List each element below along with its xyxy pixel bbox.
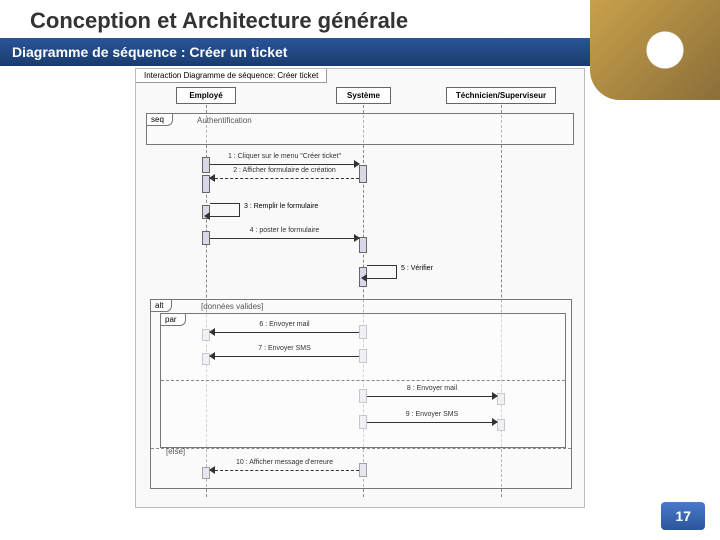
activation-systeme-1 — [359, 165, 367, 183]
msg-2: 2 : Afficher formulaire de création — [210, 169, 359, 179]
par-frame: par — [160, 313, 566, 448]
lifeline-head-technicien: Téchnicien/Superviseur — [446, 87, 556, 104]
page-number: 17 — [661, 502, 705, 530]
seq-condition: Authentification — [197, 116, 252, 125]
msg-5-self — [367, 265, 397, 279]
par-divider — [161, 380, 565, 381]
alt-frame-label: alt — [150, 299, 172, 312]
else-label: [else] — [166, 447, 185, 456]
msg-6: 6 : Envoyer mail — [210, 323, 359, 333]
alt-divider — [151, 448, 571, 449]
msg-4: 4 : poster le formulaire — [210, 229, 359, 239]
msg-3-label: 3 : Remplir le formulaire — [244, 203, 318, 210]
msg-3-self — [210, 203, 240, 217]
logo-decoration — [590, 0, 720, 100]
activation-systeme-2 — [359, 237, 367, 253]
msg-7: 7 : Envoyer SMS — [210, 347, 359, 357]
sequence-diagram: Interaction Diagramme de séquence: Créer… — [135, 68, 585, 508]
msg-5-label: 5 : Vérifier — [401, 265, 433, 272]
seq-frame: seq Authentification — [146, 113, 574, 145]
par-frame-label: par — [160, 313, 186, 326]
lifeline-head-employe: Employé — [176, 87, 236, 104]
msg-9: 9 : Envoyer SMS — [367, 413, 497, 423]
msg-1: 1 : Cliquer sur le menu "Créer ticket" — [210, 155, 359, 165]
lifeline-head-systeme: Système — [336, 87, 391, 104]
diagram-title-tab: Interaction Diagramme de séquence: Créer… — [136, 69, 327, 83]
seq-frame-label: seq — [146, 113, 173, 126]
activation-employe-4 — [202, 231, 210, 245]
msg-10: 10 : Afficher message d'erreure — [210, 461, 359, 471]
alt-condition: [données valides] — [201, 302, 263, 311]
msg-8: 8 : Envoyer mail — [367, 387, 497, 397]
activation-employe-1 — [202, 157, 210, 173]
